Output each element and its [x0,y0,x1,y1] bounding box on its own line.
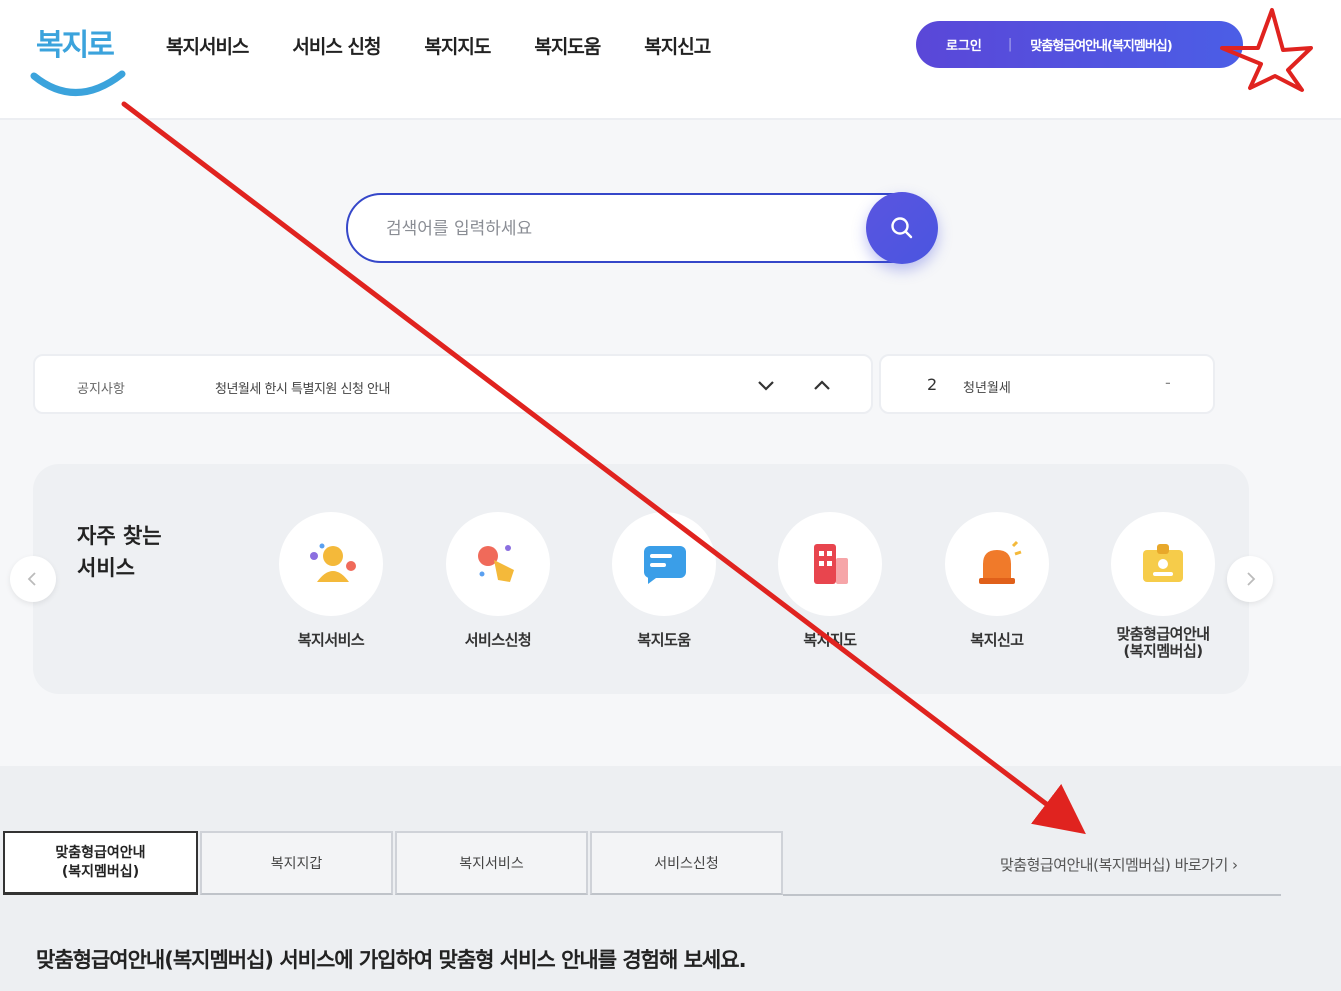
quick-label: 복지지도 [803,631,857,649]
quick-label: 복지서비스 [297,631,365,649]
membership-shortcut-link[interactable]: 맞춤형급여안내(복지멤버십) 바로가기 › [1000,854,1238,875]
frequent-services-panel: 자주 찾는 서비스 복지서비스 서비스신청 복지도움 복지지도 복지신고 맞춤형… [33,464,1249,694]
site-header: 복지로 복지서비스 서비스 신청 복지지도 복지도움 복지신고 로그인 | 맞춤… [0,0,1341,120]
logo-text: 복지로 [36,28,115,63]
carousel-next-button[interactable] [1227,556,1273,602]
nav-welfare-map[interactable]: 복지지도 [424,32,491,59]
quick-label: 서비스신청 [464,631,532,649]
membership-button[interactable]: 맞춤형급여안내(복지멤버십) [1030,35,1172,54]
login-button[interactable]: 로그인 [946,35,982,54]
person-icon [310,543,356,582]
search-box [346,193,926,263]
ranking-bar: 2 청년월세 - [879,354,1215,414]
quick-icon-circle [1111,512,1215,616]
nav-welfare-help[interactable]: 복지도움 [534,32,601,59]
id-card-icon [1143,544,1183,582]
frequent-title-line2: 서비스 [77,556,135,580]
ranking-number: 2 [927,375,938,394]
quick-service-apply[interactable]: 서비스신청 [428,512,568,649]
nav-welfare-service[interactable]: 복지서비스 [166,32,249,59]
tab-underline [783,894,1281,896]
quick-icon-circle [778,512,882,616]
main-nav: 복지서비스 서비스 신청 복지지도 복지도움 복지신고 [166,32,754,59]
quick-label-line1: 맞춤형급여안내 [1116,625,1210,643]
quick-label: 복지도움 [637,631,691,649]
tab-welfare-service[interactable]: 복지서비스 [395,831,588,895]
quick-icon-circle [612,512,716,616]
quick-welfare-service[interactable]: 복지서비스 [261,512,401,649]
quick-icon-circle [945,512,1049,616]
hand-click-icon [478,545,514,582]
nav-welfare-report[interactable]: 복지신고 [644,32,711,59]
tab-membership-line2: (복지멤버십) [61,863,140,880]
chevron-left-icon [27,572,36,586]
tab-list: 맞춤형급여안내 (복지멤버십) 복지지갑 복지서비스 서비스신청 [3,831,785,895]
quick-welfare-map[interactable]: 복지지도 [760,512,900,649]
smile-logo-icon [30,70,126,96]
message-icon [644,546,686,584]
logo[interactable]: 복지로 [28,18,128,102]
notice-bar: 공지사항 청년월세 한시 특별지원 신청 안내 [33,354,873,414]
tab-membership-line1: 맞춤형급여안내 [55,844,146,861]
ranking-change: - [1165,373,1171,392]
search-button[interactable] [866,192,938,264]
top-action-pill: 로그인 | 맞춤형급여안내(복지멤버십) [916,21,1243,68]
notice-label: 공지사항 [77,382,125,397]
notice-text[interactable]: 청년월세 한시 특별지원 신청 안내 [215,378,390,397]
frequent-title-line1: 자주 찾는 [77,524,162,548]
chevron-up-icon[interactable] [811,374,833,396]
alarm-icon [979,540,1022,584]
search-input[interactable] [386,215,846,243]
tab-membership[interactable]: 맞춤형급여안내 (복지멤버십) [3,831,198,895]
quick-label: 맞춤형급여안내 (복지멤버십) [1093,626,1233,660]
search-icon [891,217,913,239]
quick-membership[interactable]: 맞춤형급여안내 (복지멤버십) [1093,512,1233,660]
nav-service-apply[interactable]: 서비스 신청 [292,32,381,59]
tab-description: 맞춤형급여안내(복지멤버십) 서비스에 가입하여 맞춤형 서비스 안내를 경험해… [36,948,747,972]
quick-welfare-help[interactable]: 복지도움 [594,512,734,649]
quick-icon-circle [279,512,383,616]
chevron-right-icon [1247,572,1256,586]
tab-service-apply[interactable]: 서비스신청 [590,831,783,895]
quick-welfare-report[interactable]: 복지신고 [927,512,1067,649]
carousel-prev-button[interactable] [10,556,56,602]
quick-icon-circle [446,512,550,616]
tab-welfare-wallet[interactable]: 복지지갑 [200,831,393,895]
frequent-services-title: 자주 찾는 서비스 [77,520,197,584]
pill-separator: | [1007,37,1013,52]
ranking-keyword[interactable]: 청년월세 [963,377,1011,396]
chevron-down-icon[interactable] [755,374,777,396]
building-icon [814,544,848,584]
quick-label: 복지신고 [970,631,1024,649]
quick-label-line2: (복지멤버십) [1123,642,1203,660]
